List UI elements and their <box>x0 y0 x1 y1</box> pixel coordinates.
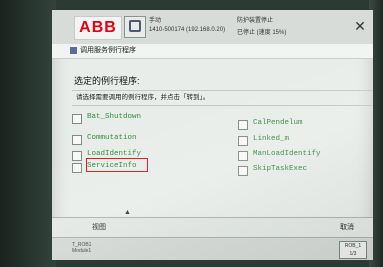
cancel-button[interactable]: 取消 <box>340 222 354 232</box>
flexpendant-screen: ABB 手动 防护装置停止 1410-500174 (192.168.0.20)… <box>52 10 373 260</box>
view-button[interactable]: 视图 <box>92 222 106 232</box>
routine-label: LoadIdentify <box>87 150 142 158</box>
checkbox[interactable] <box>72 151 82 161</box>
checkbox[interactable] <box>238 166 248 176</box>
controller-id-text: 1410-500174 (192.168.0.20) <box>149 27 226 33</box>
checkbox[interactable] <box>72 163 82 173</box>
command-bar: 视图 取消 <box>52 217 373 238</box>
checkbox[interactable] <box>72 114 82 124</box>
routine-label: SkipTaskExec <box>253 165 308 173</box>
caret-up-icon: ▲ <box>124 209 131 216</box>
routine-label: Bat_Shutdown <box>87 113 142 121</box>
routine-label: Commutation <box>87 134 137 142</box>
window-icon <box>70 47 77 54</box>
selection-highlight-box <box>86 158 148 172</box>
status-bar: T_ROB1 Module1 ROB_1 1/3 <box>52 237 373 260</box>
safety-status-text: 防护装置停止 <box>237 18 274 24</box>
mode-text: 手动 <box>149 18 162 24</box>
checkbox[interactable] <box>72 135 82 145</box>
header-bar: ABB 手动 防护装置停止 1410-500174 (192.168.0.20)… <box>52 10 373 45</box>
checkbox[interactable] <box>238 120 248 130</box>
close-icon[interactable]: ✕ <box>352 18 368 34</box>
module-name: Module1 <box>72 248 92 254</box>
task-tab[interactable]: T_ROB1 Module1 <box>72 242 91 254</box>
rob-value: 1/3 <box>349 251 357 257</box>
rob-label: ROB_1 <box>344 243 362 249</box>
monitor-bezel-left <box>0 0 56 267</box>
page-heading: 选定的例行程序: <box>74 76 140 86</box>
run-status-text: 已停止 (速度 15%) <box>237 30 287 36</box>
window-title: 调用服务例行程序 <box>80 47 136 54</box>
routine-label: Linked_m <box>253 135 290 143</box>
menu-icon[interactable] <box>124 16 146 38</box>
robot-unit-button[interactable]: ROB_1 1/3 <box>339 241 367 259</box>
routine-label: ManLoadIdentify <box>253 150 321 158</box>
routine-label: CalPendelum <box>253 119 303 127</box>
checkbox[interactable] <box>238 136 248 146</box>
instruction-text: 请选择需要调用的例行程序，并点击「转到」。 <box>72 90 373 106</box>
window-titlebar: 调用服务例行程序 <box>52 44 373 59</box>
abb-logo[interactable]: ABB <box>74 16 122 40</box>
checkbox[interactable] <box>238 151 248 161</box>
